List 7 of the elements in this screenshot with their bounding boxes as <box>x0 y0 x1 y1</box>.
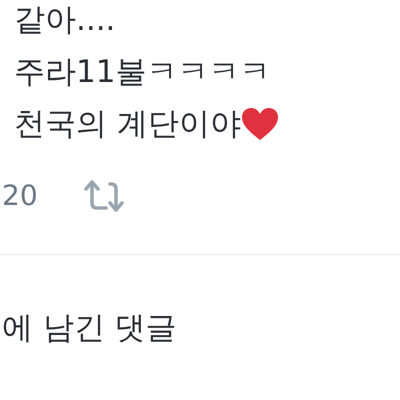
retweet-icon[interactable] <box>82 179 126 213</box>
reply-count: 20 <box>2 178 38 214</box>
tweet-text-line: 천국의 계단이야 <box>14 105 241 144</box>
tweet-text-line: 주라11불ㅋㅋㅋㅋ <box>14 53 270 92</box>
tweet-text-line: 같아.... <box>14 1 116 40</box>
heart-icon <box>240 107 279 141</box>
section-title: 에 남긴 댓글 <box>2 310 177 346</box>
